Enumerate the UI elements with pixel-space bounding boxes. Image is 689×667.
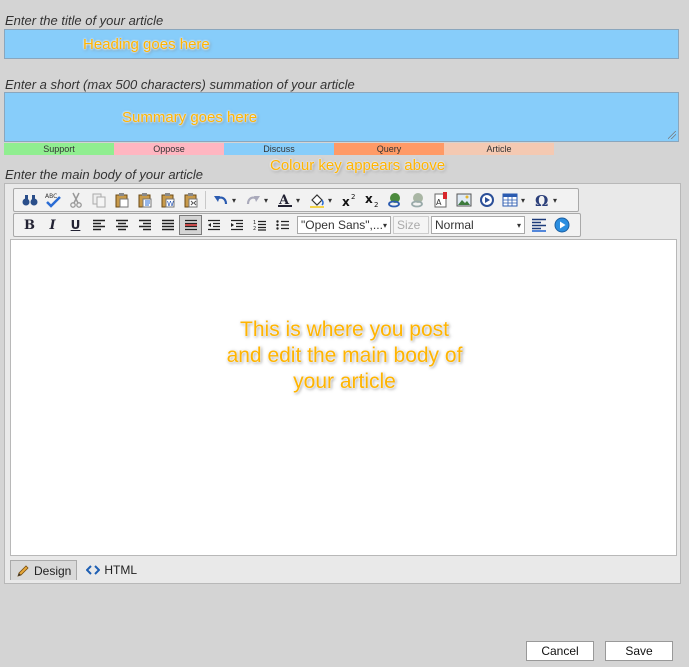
strikethrough-icon[interactable] (179, 215, 202, 235)
undo-icon[interactable] (209, 190, 232, 210)
code-icon (86, 565, 101, 575)
editor-toolbar-2: B I U 12 "Open Sans",... ▾ Size Normal ▾ (13, 213, 581, 237)
svg-text:A: A (436, 198, 442, 207)
svg-text:x: x (365, 193, 373, 206)
chevron-down-icon: ▾ (516, 220, 521, 230)
svg-text:2: 2 (253, 226, 256, 231)
outdent-icon[interactable] (202, 215, 225, 235)
svg-text:2: 2 (374, 201, 378, 207)
justify-icon[interactable] (156, 215, 179, 235)
editor-mode-tabs: Design HTML (10, 560, 142, 580)
paste-text-icon[interactable] (133, 190, 156, 210)
insert-image-icon[interactable] (452, 190, 475, 210)
cut-icon[interactable] (64, 190, 87, 210)
media-icon[interactable] (475, 190, 498, 210)
play-icon[interactable] (550, 215, 573, 235)
svg-text:x: x (342, 195, 350, 207)
rich-text-editor: ABC W ▾ ▾ A ▾ ▾ x 2 x 2 A ▾ Ω ▾ B I U 1 … (4, 183, 681, 584)
title-input[interactable]: Heading goes here (4, 29, 679, 59)
svg-text:W: W (167, 200, 174, 208)
color-key-article: Article (444, 143, 554, 155)
pencil-icon (17, 564, 29, 577)
tab-html[interactable]: HTML (81, 560, 142, 580)
find-icon[interactable] (18, 190, 41, 210)
title-value: Heading goes here (83, 36, 210, 53)
body-note-line-1: This is where you post (240, 318, 449, 341)
link-icon[interactable] (383, 190, 406, 210)
font-color-icon[interactable]: A (273, 190, 296, 210)
paste-word-icon[interactable]: W (156, 190, 179, 210)
font-size-placeholder: Size (397, 218, 421, 232)
bulleted-list-icon[interactable] (271, 215, 294, 235)
align-left-icon[interactable] (87, 215, 110, 235)
color-key-oppose: Oppose (114, 143, 224, 155)
color-key-note: Colour key appears above (270, 157, 446, 174)
tab-design-label: Design (34, 563, 72, 578)
numbered-list-icon[interactable]: 12 (248, 215, 271, 235)
table-dropdown-icon[interactable]: ▾ (521, 190, 530, 210)
redo-dropdown-icon[interactable]: ▾ (264, 190, 273, 210)
paragraph-style-value: Normal (435, 218, 474, 232)
svg-text:Ω: Ω (535, 192, 548, 208)
tab-design[interactable]: Design (10, 560, 78, 580)
chevron-down-icon: ▾ (382, 220, 387, 230)
font-color-dropdown-icon[interactable]: ▾ (296, 190, 305, 210)
font-family-value: "Open Sans",... (301, 218, 383, 232)
subscript-icon[interactable]: x2 (360, 190, 383, 210)
cancel-button[interactable]: Cancel (526, 641, 594, 661)
editor-content-area[interactable]: This is where you post and edit the main… (10, 239, 677, 556)
summary-textarea[interactable]: Summary goes here (4, 92, 679, 142)
align-right-icon[interactable] (133, 215, 156, 235)
underline-icon[interactable]: U (64, 215, 87, 235)
color-key: Support Oppose Discuss Query Article (4, 143, 554, 155)
table-icon[interactable] (498, 190, 521, 210)
superscript-icon[interactable]: x2 (337, 190, 360, 210)
svg-text:2: 2 (351, 193, 355, 201)
copy-icon[interactable] (87, 190, 110, 210)
undo-dropdown-icon[interactable]: ▾ (232, 190, 241, 210)
color-key-support: Support (4, 143, 114, 155)
format-block-icon[interactable] (527, 215, 550, 235)
special-char-dropdown-icon[interactable]: ▾ (553, 190, 562, 210)
color-key-query: Query (334, 143, 444, 155)
align-center-icon[interactable] (110, 215, 133, 235)
resize-handle[interactable] (668, 131, 676, 139)
highlight-dropdown-icon[interactable]: ▾ (328, 190, 337, 210)
font-size-select[interactable]: Size (393, 216, 429, 234)
special-char-icon[interactable]: Ω (530, 190, 553, 210)
bold-icon[interactable]: B (18, 215, 41, 235)
paste-html-icon[interactable] (179, 190, 202, 210)
paragraph-style-select[interactable]: Normal ▾ (431, 216, 525, 234)
paste-icon[interactable] (110, 190, 133, 210)
spellcheck-icon[interactable]: ABC (41, 190, 64, 210)
svg-text:ABC: ABC (45, 193, 57, 200)
editor-toolbar-1: ABC W ▾ ▾ A ▾ ▾ x 2 x 2 A ▾ Ω ▾ (13, 188, 579, 212)
font-family-select[interactable]: "Open Sans",... ▾ (297, 216, 391, 234)
color-key-discuss: Discuss (224, 143, 334, 155)
body-note-line-3: your article (293, 370, 396, 393)
highlight-icon[interactable] (305, 190, 328, 210)
unlink-icon[interactable] (406, 190, 429, 210)
image-manager-icon[interactable]: A (429, 190, 452, 210)
indent-icon[interactable] (225, 215, 248, 235)
body-label: Enter the main body of your article (5, 167, 203, 182)
summary-label: Enter a short (max 500 characters) summa… (5, 77, 355, 92)
body-note-line-2: and edit the main body of (226, 344, 463, 367)
redo-icon[interactable] (241, 190, 264, 210)
summary-value: Summary goes here (122, 109, 258, 126)
title-label: Enter the title of your article (5, 13, 164, 28)
tab-html-label: HTML (104, 563, 138, 577)
body-note: This is where you post and edit the main… (11, 317, 678, 395)
save-button[interactable]: Save (605, 641, 673, 661)
italic-icon[interactable]: I (41, 215, 64, 235)
